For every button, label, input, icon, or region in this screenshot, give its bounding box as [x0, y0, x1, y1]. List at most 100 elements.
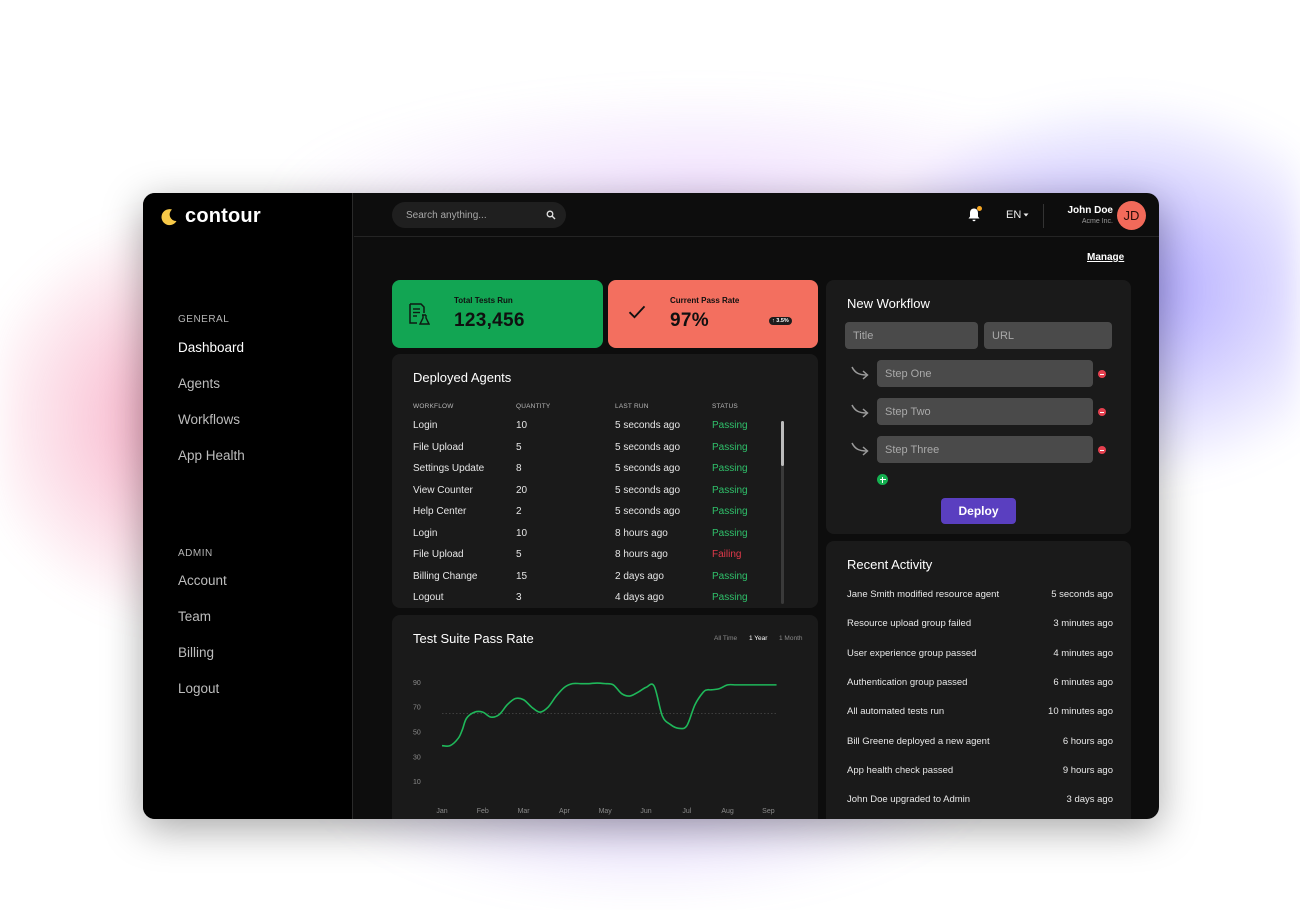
recent-activity-panel: Recent Activity Jane Smith modified reso… [826, 541, 1131, 819]
activity-time: 5 seconds ago [1051, 589, 1113, 600]
y-tick-label: 30 [413, 754, 421, 761]
sidebar-item-workflows[interactable]: Workflows [178, 412, 240, 427]
cell-workflow: Logout [413, 592, 444, 603]
step-two-input[interactable] [877, 398, 1093, 425]
caret-down-icon [1023, 213, 1029, 217]
sidebar-item-agents[interactable]: Agents [178, 376, 220, 391]
activity-item[interactable]: Authentication group passed 6 minutes ago [847, 677, 1113, 693]
activity-time: 6 minutes ago [1053, 676, 1113, 688]
activity-item[interactable]: Bill Greene deployed a new agent 6 hours … [847, 736, 1113, 752]
cell-quantity: 10 [516, 527, 528, 539]
cell-status: Passing [712, 420, 748, 431]
sidebar-item-dashboard[interactable]: Dashboard [178, 340, 244, 355]
pass-rate-line-chart: 90 70 50 30 10 Jan Feb Mar Apr May Jun Jul Aug Sep [413, 680, 777, 815]
cell-last-run: 5 seconds ago [615, 506, 681, 517]
table-row[interactable]: File Upload 5 8 hours ago Failing [392, 549, 792, 569]
table-row[interactable]: Help Center 2 5 seconds ago Passing [392, 506, 792, 526]
cell-workflow: Login [413, 527, 438, 539]
cell-workflow: Billing Change [413, 570, 478, 582]
sidebar-item-account[interactable]: Account [178, 573, 227, 588]
avatar[interactable]: JD [1117, 201, 1146, 230]
activity-item[interactable]: John Doe upgraded to Admin 3 days ago [847, 794, 1113, 810]
app-name: contour [185, 205, 261, 227]
activity-item[interactable]: App health check passed 9 hours ago [847, 765, 1113, 781]
manage-link[interactable]: Manage [1087, 252, 1124, 263]
column-header-quantity[interactable]: QUANTITY [516, 403, 550, 410]
activity-text: John Doe upgraded to Admin [847, 794, 971, 806]
search-bar[interactable] [392, 202, 566, 228]
table-row[interactable]: Logout 3 4 days ago Passing [392, 592, 792, 612]
cell-status: Passing [712, 484, 748, 496]
sidebar-item-app-health[interactable]: App Health [178, 448, 245, 463]
deploy-button[interactable]: Deploy [941, 498, 1016, 524]
table-row[interactable]: View Counter 20 5 seconds ago Passing [392, 485, 792, 505]
moon-icon [161, 208, 177, 225]
pass-rate-value: 97% [670, 310, 709, 331]
table-row[interactable]: Settings Update 8 5 seconds ago Passing [392, 463, 792, 483]
activity-time: 3 days ago [1066, 794, 1113, 806]
cell-last-run: 8 hours ago [615, 549, 668, 560]
workflow-title-input[interactable] [845, 322, 978, 349]
cell-quantity: 15 [516, 570, 528, 582]
sidebar-item-team[interactable]: Team [178, 609, 211, 624]
activity-item[interactable]: User experience group passed 4 minutes ag… [847, 648, 1113, 664]
deployed-agents-panel: Deployed Agents WORKFLOW QUANTITY LAST R… [392, 354, 818, 608]
search-input[interactable] [406, 209, 536, 221]
search-icon[interactable] [546, 210, 556, 220]
sidebar-item-logout[interactable]: Logout [178, 681, 219, 696]
activity-time: 3 minutes ago [1053, 618, 1113, 630]
activity-item[interactable]: Jane Smith modified resource agent 5 seco… [847, 589, 1113, 605]
column-header-workflow[interactable]: WORKFLOW [413, 403, 454, 410]
section-label-admin: ADMIN [178, 548, 213, 559]
table-row[interactable]: File Upload 5 5 seconds ago Passing [392, 442, 792, 462]
cell-workflow: Settings Update [413, 463, 485, 474]
table-row[interactable]: Billing Change 15 2 days ago Passing [392, 571, 792, 591]
cell-quantity: 20 [516, 484, 528, 496]
activity-item[interactable]: All automated tests run 10 minutes ago [847, 706, 1113, 722]
user-name[interactable]: John Doe [1067, 205, 1113, 216]
activity-item[interactable]: Resource upload group failed 3 minutes ag… [847, 618, 1113, 634]
topbar-divider [1043, 204, 1044, 228]
activity-time: 4 minutes ago [1053, 647, 1113, 659]
language-selector[interactable]: EN [1006, 209, 1029, 221]
add-step-button[interactable] [877, 474, 888, 485]
pass-rate-change-badge: ↑ 3.5% [769, 317, 792, 325]
cell-workflow: Help Center [413, 506, 467, 517]
table-row[interactable]: Login 10 8 hours ago Passing [392, 528, 792, 548]
activity-text: All automated tests run [847, 706, 945, 718]
cell-quantity: 5 [516, 549, 522, 560]
x-tick-label: Jun [640, 808, 651, 815]
column-header-status[interactable]: STATUS [712, 403, 738, 410]
cell-workflow: File Upload [413, 441, 464, 453]
cell-last-run: 4 days ago [615, 592, 664, 603]
x-tick-label: Feb [477, 808, 489, 815]
column-header-last-run[interactable]: LAST RUN [615, 403, 649, 410]
flask-report-icon [409, 303, 430, 325]
x-tick-label: Apr [559, 808, 571, 815]
table-row[interactable]: Login 10 5 seconds ago Passing [392, 420, 792, 440]
workflow-url-input[interactable] [984, 322, 1112, 349]
total-tests-card: Total Tests Run 123,456 [392, 280, 603, 348]
remove-step-three-button[interactable] [1098, 446, 1106, 454]
recent-activity-title: Recent Activity [847, 557, 933, 572]
cell-status: Passing [712, 570, 748, 582]
cell-status: Passing [712, 506, 748, 517]
step-three-input[interactable] [877, 436, 1093, 463]
app-window: contour GENERAL Dashboard Agents Workflo… [143, 193, 1159, 819]
checkmark-icon [628, 305, 646, 319]
step-one-input[interactable] [877, 360, 1093, 387]
pass-rate-chart-panel: Test Suite Pass Rate All Time 1 Year 1 M… [392, 615, 818, 819]
remove-step-one-button[interactable] [1098, 370, 1106, 378]
activity-text: User experience group passed [847, 647, 977, 659]
scrollbar-thumb[interactable] [781, 421, 784, 466]
step-arrow-icon [851, 442, 869, 456]
cell-workflow: Login [413, 420, 438, 431]
sidebar-item-billing[interactable]: Billing [178, 645, 214, 660]
total-tests-value: 123,456 [454, 310, 525, 331]
remove-step-two-button[interactable] [1098, 408, 1106, 416]
total-tests-label: Total Tests Run [454, 296, 513, 305]
section-label-general: GENERAL [178, 314, 230, 325]
logo[interactable]: contour [159, 205, 261, 228]
pass-rate-card: Current Pass Rate 97% ↑ 3.5% [608, 280, 818, 348]
activity-text: Authentication group passed [847, 676, 968, 688]
